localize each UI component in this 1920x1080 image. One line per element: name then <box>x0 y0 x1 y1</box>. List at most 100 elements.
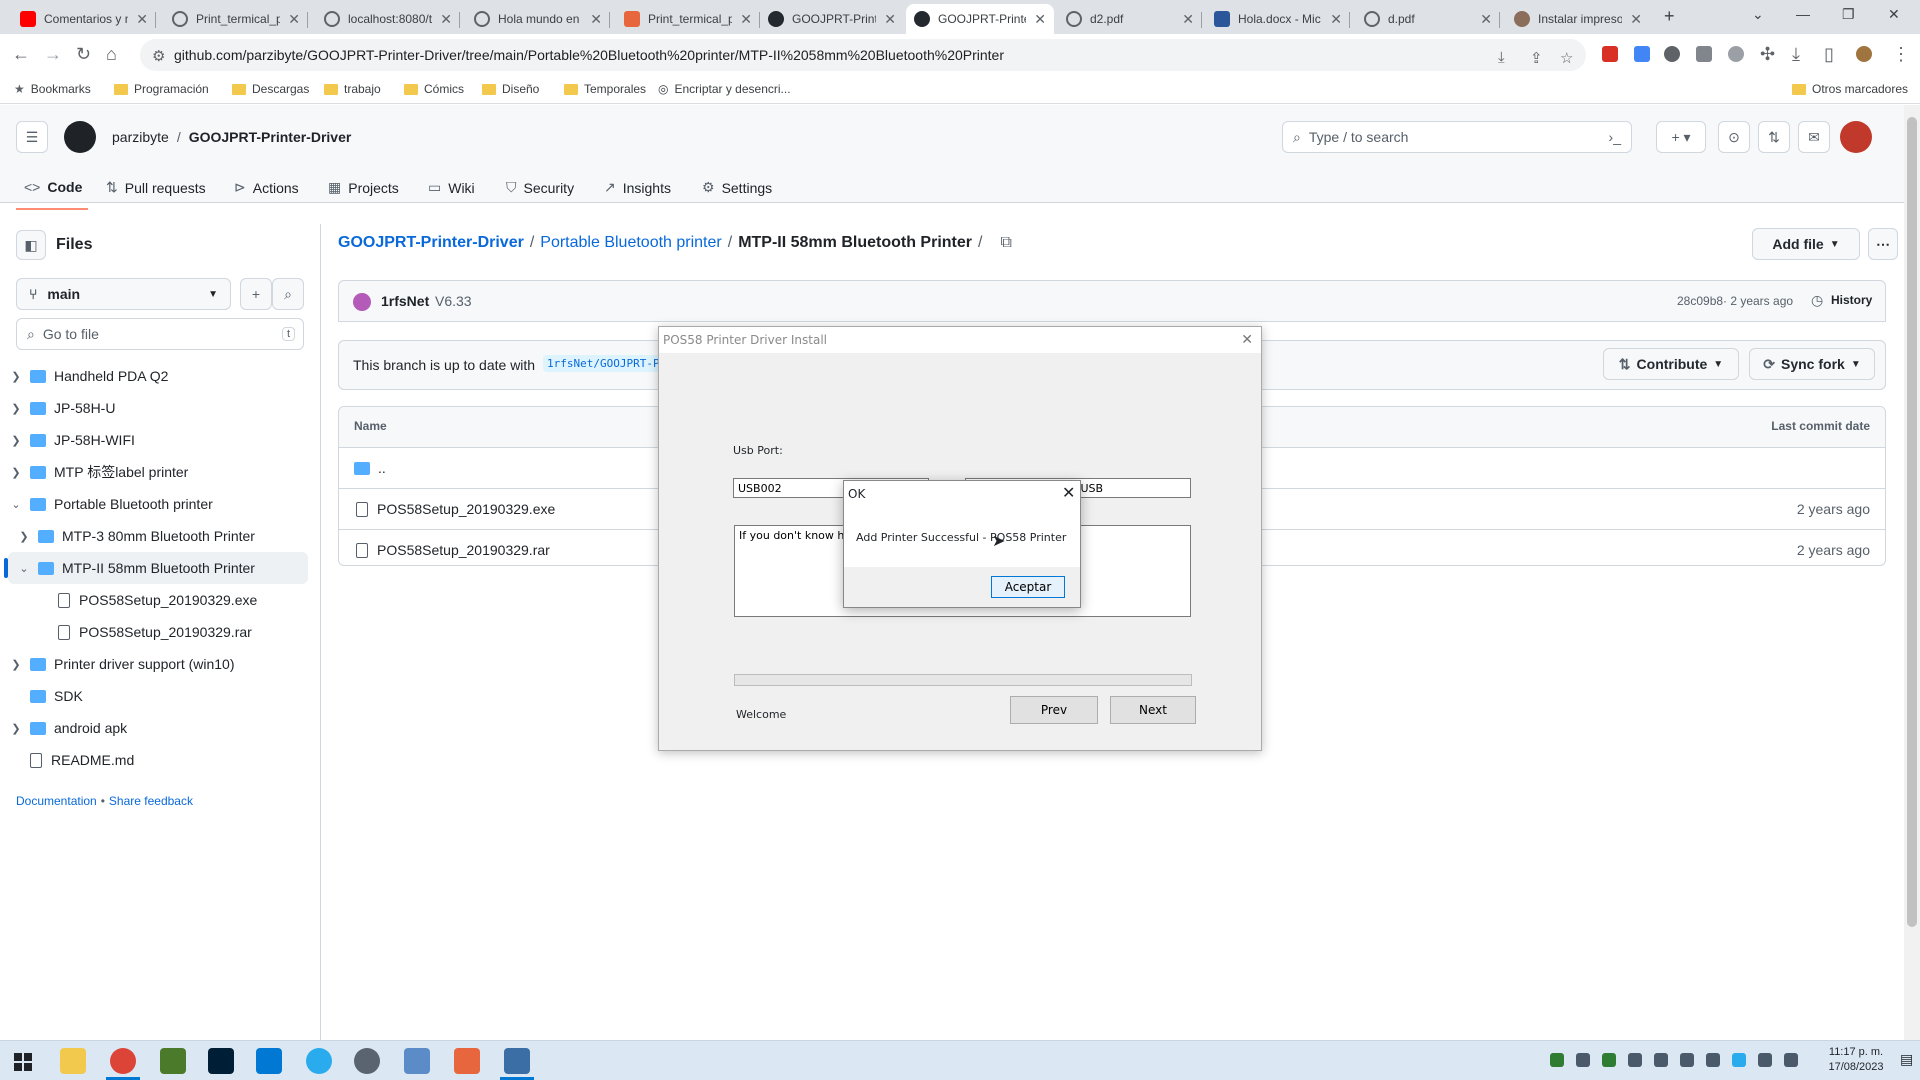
browser-tab[interactable]: localhost:8080/t ✕ <box>316 4 460 34</box>
telegram-tray-icon[interactable] <box>1732 1053 1746 1067</box>
tree-item-folder[interactable]: SDK <box>8 680 308 712</box>
nav-actions[interactable]: ⊳ Actions <box>234 179 299 196</box>
system-clock[interactable]: 11:17 p. m. 17/08/2023 <box>1816 1045 1896 1075</box>
extension-icon[interactable] <box>1602 46 1618 62</box>
tree-item-folder[interactable]: ❯ Printer driver support (win10) <box>8 648 308 680</box>
back-arrow-icon[interactable]: ← <box>12 44 30 65</box>
nav-pull-requests[interactable]: ⇅ Pull requests <box>106 179 206 196</box>
tree-item-folder-selected[interactable]: ⌄ MTP-II 58mm Bluetooth Printer <box>4 552 308 584</box>
bookmark-folder[interactable]: Programación <box>114 82 209 96</box>
repo-owner-link[interactable]: parzibyte <box>112 129 169 145</box>
downloads-icon[interactable]: ⤓ <box>1792 44 1800 65</box>
page-scrollbar[interactable] <box>1904 105 1920 1040</box>
tree-item-folder[interactable]: ❯ MTP 标签label printer <box>8 456 308 488</box>
search-files-icon[interactable]: ⌕ <box>272 278 304 310</box>
more-options-icon[interactable]: ⋯ <box>1868 228 1898 260</box>
site-info-icon[interactable]: ⚙ <box>152 47 165 65</box>
lambda-app-icon[interactable] <box>160 1048 186 1074</box>
share-icon[interactable]: ⇪ <box>1530 49 1543 67</box>
upstream-branch-ref[interactable]: 1rfsNet/GOOJPRT-P <box>543 355 664 372</box>
browser-tab[interactable]: Hola mundo en ✕ <box>466 4 610 34</box>
breadcrumb-folder-link[interactable]: Portable Bluetooth printer <box>540 234 721 252</box>
bookmark-folder[interactable]: Descargas <box>232 82 309 96</box>
bookmark-star-icon[interactable]: ☆ <box>1560 49 1573 67</box>
vscode-icon[interactable] <box>256 1048 282 1074</box>
chrome-menu-icon[interactable]: ⋮ <box>1892 44 1910 65</box>
close-tab-icon[interactable]: ✕ <box>136 11 148 28</box>
hamburger-menu-icon[interactable]: ☰ <box>16 121 48 153</box>
browser-tab[interactable]: GOOJPRT-Printe ✕ <box>760 4 904 34</box>
pull-requests-icon[interactable]: ⇅ <box>1758 121 1790 153</box>
nav-security[interactable]: ⛉ Security <box>506 179 574 196</box>
nav-wiki[interactable]: ▭ Wiki <box>428 179 475 196</box>
browser-tab[interactable]: Print_termical_p ✕ <box>616 4 760 34</box>
side-panel-icon[interactable]: ▯ <box>1824 44 1834 65</box>
cloud-icon[interactable] <box>1654 1053 1668 1067</box>
tree-item-folder[interactable]: ⌄ Portable Bluetooth printer <box>8 488 308 520</box>
file-name-link[interactable]: POS58Setup_20190329.rar <box>377 542 550 558</box>
browser-tab-active[interactable]: GOOJPRT-Printe ✕ <box>906 4 1054 34</box>
translate-extension-icon[interactable] <box>1634 46 1650 62</box>
nav-settings[interactable]: ⚙ Settings <box>702 179 772 196</box>
search-input[interactable]: ⌕ Type / to search ›_ <box>1282 121 1632 153</box>
collapse-sidebar-icon[interactable]: ◧ <box>16 230 46 260</box>
close-tab-icon[interactable]: ✕ <box>440 11 452 28</box>
close-tab-icon[interactable]: ✕ <box>1330 11 1342 28</box>
usb-device-icon[interactable] <box>1576 1053 1590 1067</box>
volume-icon[interactable] <box>1706 1053 1720 1067</box>
breadcrumb-repo-link[interactable]: GOOJPRT-Printer-Driver <box>338 234 524 252</box>
contribute-button[interactable]: ⇅ Contribute ▼ <box>1603 348 1739 380</box>
next-button[interactable]: Next <box>1110 696 1196 724</box>
profile-avatar-icon[interactable] <box>1856 46 1872 62</box>
bookmark-item[interactable]: ★ Bookmarks <box>14 82 91 96</box>
bookmark-folder[interactable]: Otros marcadores <box>1792 82 1908 96</box>
documentation-link[interactable]: Documentation <box>16 794 97 808</box>
file-name-link[interactable]: POS58Setup_20190329.exe <box>377 501 555 517</box>
bookmark-folder[interactable]: trabajo <box>324 82 381 96</box>
browser-tab[interactable]: d2.pdf ✕ <box>1058 4 1202 34</box>
command-palette-icon[interactable]: ›_ <box>1609 129 1621 145</box>
browser-tab[interactable]: Hola.docx - Mic ✕ <box>1206 4 1350 34</box>
close-tab-icon[interactable]: ✕ <box>1034 11 1046 28</box>
vue-extension-icon[interactable] <box>1696 46 1712 62</box>
close-icon[interactable]: ✕ <box>1241 332 1253 348</box>
windows-start-icon[interactable] <box>14 1053 32 1071</box>
browser-tab[interactable]: Print_termical_p ✕ <box>164 4 308 34</box>
close-tab-icon[interactable]: ✕ <box>590 11 602 28</box>
home-icon[interactable]: ⌂ <box>106 44 117 65</box>
scrollbar-thumb[interactable] <box>1907 117 1917 927</box>
pen-icon[interactable] <box>1784 1053 1798 1067</box>
tree-item-file[interactable]: README.md <box>8 744 308 776</box>
copy-path-icon[interactable]: ⧉ <box>1000 234 1011 252</box>
nav-insights[interactable]: ↗ Insights <box>604 179 671 196</box>
prev-button[interactable]: Prev <box>1010 696 1098 724</box>
bookmark-folder[interactable]: Diseño <box>482 82 539 96</box>
restore-icon[interactable]: ❐ <box>1842 6 1855 23</box>
notifications-icon[interactable]: ▤ <box>1900 1051 1913 1068</box>
share-feedback-link[interactable]: Share feedback <box>109 794 193 808</box>
install-app-icon[interactable]: ⤓ <box>1498 49 1505 66</box>
nav-projects[interactable]: ▦ Projects <box>328 179 399 196</box>
bookmark-item[interactable]: ◎ Encriptar y desencri... <box>658 82 791 96</box>
tree-item-folder[interactable]: ❯ android apk <box>8 712 308 744</box>
forward-arrow-icon[interactable]: → <box>44 44 62 65</box>
window-app-icon[interactable] <box>504 1048 530 1074</box>
reload-icon[interactable]: ↻ <box>76 44 91 65</box>
microphone-icon[interactable] <box>1628 1053 1642 1067</box>
tree-item-file[interactable]: POS58Setup_20190329.exe <box>8 584 308 616</box>
repo-name-link[interactable]: GOOJPRT-Printer-Driver <box>189 129 352 145</box>
puzzle-extensions-icon[interactable]: ✣ <box>1760 44 1775 65</box>
inbox-icon[interactable]: ✉ <box>1798 121 1830 153</box>
tree-item-file[interactable]: POS58Setup_20190329.rar <box>8 616 308 648</box>
commit-message-link[interactable]: V6.33 <box>435 293 472 309</box>
wifi-icon[interactable] <box>1758 1053 1772 1067</box>
close-tab-icon[interactable]: ✕ <box>740 11 752 28</box>
browser-tab[interactable]: d.pdf ✕ <box>1356 4 1500 34</box>
bookmark-folder[interactable]: Cómics <box>404 82 464 96</box>
tray-app-icon[interactable] <box>1602 1053 1616 1067</box>
tree-item-folder[interactable]: ❯ JP-58H-U <box>8 392 308 424</box>
add-file-plus-icon[interactable]: + <box>240 278 272 310</box>
close-window-icon[interactable]: ✕ <box>1888 6 1900 23</box>
shield-extension-icon[interactable] <box>1664 46 1680 62</box>
steam-icon[interactable] <box>1680 1053 1694 1067</box>
